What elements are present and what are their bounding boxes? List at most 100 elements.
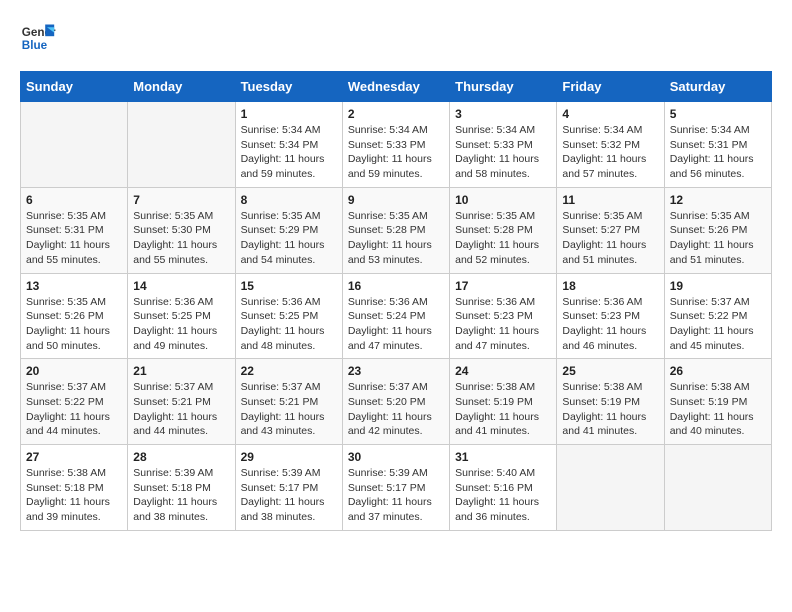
day-info: Sunrise: 5:38 AM Sunset: 5:19 PM Dayligh… bbox=[670, 380, 766, 439]
calendar-cell: 31 Sunrise: 5:40 AM Sunset: 5:16 PM Dayli… bbox=[450, 445, 557, 531]
calendar-cell: 16 Sunrise: 5:36 AM Sunset: 5:24 PM Dayli… bbox=[342, 273, 449, 359]
day-number: 7 bbox=[133, 193, 229, 207]
calendar-cell: 22 Sunrise: 5:37 AM Sunset: 5:21 PM Dayli… bbox=[235, 359, 342, 445]
calendar-cell: 2 Sunrise: 5:34 AM Sunset: 5:33 PM Daylig… bbox=[342, 102, 449, 188]
day-number: 2 bbox=[348, 107, 444, 121]
logo: General Blue bbox=[20, 20, 62, 56]
day-info: Sunrise: 5:34 AM Sunset: 5:32 PM Dayligh… bbox=[562, 123, 658, 182]
day-info: Sunrise: 5:39 AM Sunset: 5:18 PM Dayligh… bbox=[133, 466, 229, 525]
day-info: Sunrise: 5:34 AM Sunset: 5:33 PM Dayligh… bbox=[455, 123, 551, 182]
calendar-cell: 12Sunrise: 5:35 AM Sunset: 5:26 PM Dayli… bbox=[664, 187, 771, 273]
day-info: Sunrise: 5:35 AM Sunset: 5:28 PM Dayligh… bbox=[455, 209, 551, 268]
day-info: Sunrise: 5:34 AM Sunset: 5:31 PM Dayligh… bbox=[670, 123, 766, 182]
calendar-cell: 26 Sunrise: 5:38 AM Sunset: 5:19 PM Dayli… bbox=[664, 359, 771, 445]
calendar-header-tuesday: Tuesday bbox=[235, 72, 342, 102]
calendar-cell: 3 Sunrise: 5:34 AM Sunset: 5:33 PM Daylig… bbox=[450, 102, 557, 188]
calendar-header-sunday: Sunday bbox=[21, 72, 128, 102]
day-number: 18 bbox=[562, 279, 658, 293]
calendar-cell bbox=[21, 102, 128, 188]
calendar-week-2: 6 Sunrise: 5:35 AM Sunset: 5:31 PM Daylig… bbox=[21, 187, 772, 273]
day-info: Sunrise: 5:35 AM Sunset: 5:27 PM Dayligh… bbox=[562, 209, 658, 268]
day-number: 31 bbox=[455, 450, 551, 464]
day-info: Sunrise: 5:39 AM Sunset: 5:17 PM Dayligh… bbox=[241, 466, 337, 525]
day-info: Sunrise: 5:34 AM Sunset: 5:33 PM Dayligh… bbox=[348, 123, 444, 182]
day-number: 23 bbox=[348, 364, 444, 378]
day-info: Sunrise: 5:40 AM Sunset: 5:16 PM Dayligh… bbox=[455, 466, 551, 525]
calendar-header-friday: Friday bbox=[557, 72, 664, 102]
day-number: 5 bbox=[670, 107, 766, 121]
calendar-cell: 15 Sunrise: 5:36 AM Sunset: 5:25 PM Dayli… bbox=[235, 273, 342, 359]
calendar-cell: 6 Sunrise: 5:35 AM Sunset: 5:31 PM Daylig… bbox=[21, 187, 128, 273]
calendar-cell: 28 Sunrise: 5:39 AM Sunset: 5:18 PM Dayli… bbox=[128, 445, 235, 531]
calendar-header-saturday: Saturday bbox=[664, 72, 771, 102]
day-number: 19 bbox=[670, 279, 766, 293]
calendar-cell: 27 Sunrise: 5:38 AM Sunset: 5:18 PM Dayli… bbox=[21, 445, 128, 531]
day-number: 28 bbox=[133, 450, 229, 464]
day-info: Sunrise: 5:36 AM Sunset: 5:23 PM Dayligh… bbox=[455, 295, 551, 354]
day-number: 29 bbox=[241, 450, 337, 464]
day-number: 26 bbox=[670, 364, 766, 378]
day-number: 1 bbox=[241, 107, 337, 121]
day-number: 17 bbox=[455, 279, 551, 293]
day-info: Sunrise: 5:35 AM Sunset: 5:31 PM Dayligh… bbox=[26, 209, 122, 268]
calendar-cell: 19 Sunrise: 5:37 AM Sunset: 5:22 PM Dayli… bbox=[664, 273, 771, 359]
calendar-cell bbox=[664, 445, 771, 531]
calendar-week-1: 1Sunrise: 5:34 AM Sunset: 5:34 PM Daylig… bbox=[21, 102, 772, 188]
calendar-week-4: 20Sunrise: 5:37 AM Sunset: 5:22 PM Dayli… bbox=[21, 359, 772, 445]
day-info: Sunrise: 5:37 AM Sunset: 5:21 PM Dayligh… bbox=[133, 380, 229, 439]
calendar-cell bbox=[128, 102, 235, 188]
day-info: Sunrise: 5:38 AM Sunset: 5:19 PM Dayligh… bbox=[562, 380, 658, 439]
day-info: Sunrise: 5:35 AM Sunset: 5:29 PM Dayligh… bbox=[241, 209, 337, 268]
calendar-header-thursday: Thursday bbox=[450, 72, 557, 102]
calendar-cell: 7Sunrise: 5:35 AM Sunset: 5:30 PM Daylig… bbox=[128, 187, 235, 273]
day-info: Sunrise: 5:36 AM Sunset: 5:25 PM Dayligh… bbox=[241, 295, 337, 354]
day-number: 22 bbox=[241, 364, 337, 378]
calendar-cell: 4 Sunrise: 5:34 AM Sunset: 5:32 PM Daylig… bbox=[557, 102, 664, 188]
day-number: 12 bbox=[670, 193, 766, 207]
calendar: SundayMondayTuesdayWednesdayThursdayFrid… bbox=[20, 71, 772, 531]
calendar-week-3: 13Sunrise: 5:35 AM Sunset: 5:26 PM Dayli… bbox=[21, 273, 772, 359]
day-number: 3 bbox=[455, 107, 551, 121]
calendar-cell: 1Sunrise: 5:34 AM Sunset: 5:34 PM Daylig… bbox=[235, 102, 342, 188]
day-info: Sunrise: 5:35 AM Sunset: 5:28 PM Dayligh… bbox=[348, 209, 444, 268]
day-info: Sunrise: 5:37 AM Sunset: 5:20 PM Dayligh… bbox=[348, 380, 444, 439]
calendar-cell: 14Sunrise: 5:36 AM Sunset: 5:25 PM Dayli… bbox=[128, 273, 235, 359]
day-number: 8 bbox=[241, 193, 337, 207]
day-number: 24 bbox=[455, 364, 551, 378]
calendar-week-5: 27 Sunrise: 5:38 AM Sunset: 5:18 PM Dayli… bbox=[21, 445, 772, 531]
day-number: 4 bbox=[562, 107, 658, 121]
day-number: 14 bbox=[133, 279, 229, 293]
day-number: 30 bbox=[348, 450, 444, 464]
calendar-cell: 23 Sunrise: 5:37 AM Sunset: 5:20 PM Dayli… bbox=[342, 359, 449, 445]
day-number: 15 bbox=[241, 279, 337, 293]
calendar-cell: 17 Sunrise: 5:36 AM Sunset: 5:23 PM Dayli… bbox=[450, 273, 557, 359]
day-number: 21 bbox=[133, 364, 229, 378]
day-number: 16 bbox=[348, 279, 444, 293]
day-number: 11 bbox=[562, 193, 658, 207]
calendar-header-monday: Monday bbox=[128, 72, 235, 102]
day-number: 10 bbox=[455, 193, 551, 207]
day-info: Sunrise: 5:37 AM Sunset: 5:22 PM Dayligh… bbox=[670, 295, 766, 354]
day-number: 6 bbox=[26, 193, 122, 207]
calendar-header: SundayMondayTuesdayWednesdayThursdayFrid… bbox=[21, 72, 772, 102]
day-info: Sunrise: 5:38 AM Sunset: 5:19 PM Dayligh… bbox=[455, 380, 551, 439]
day-info: Sunrise: 5:39 AM Sunset: 5:17 PM Dayligh… bbox=[348, 466, 444, 525]
calendar-cell: 30 Sunrise: 5:39 AM Sunset: 5:17 PM Dayli… bbox=[342, 445, 449, 531]
day-info: Sunrise: 5:36 AM Sunset: 5:23 PM Dayligh… bbox=[562, 295, 658, 354]
day-info: Sunrise: 5:37 AM Sunset: 5:21 PM Dayligh… bbox=[241, 380, 337, 439]
day-info: Sunrise: 5:36 AM Sunset: 5:24 PM Dayligh… bbox=[348, 295, 444, 354]
calendar-cell bbox=[557, 445, 664, 531]
calendar-cell: 18 Sunrise: 5:36 AM Sunset: 5:23 PM Dayli… bbox=[557, 273, 664, 359]
day-number: 25 bbox=[562, 364, 658, 378]
logo-icon: General Blue bbox=[20, 20, 56, 56]
day-number: 27 bbox=[26, 450, 122, 464]
calendar-cell: 25 Sunrise: 5:38 AM Sunset: 5:19 PM Dayli… bbox=[557, 359, 664, 445]
calendar-cell: 24 Sunrise: 5:38 AM Sunset: 5:19 PM Dayli… bbox=[450, 359, 557, 445]
day-info: Sunrise: 5:38 AM Sunset: 5:18 PM Dayligh… bbox=[26, 466, 122, 525]
day-number: 9 bbox=[348, 193, 444, 207]
calendar-cell: 20Sunrise: 5:37 AM Sunset: 5:22 PM Dayli… bbox=[21, 359, 128, 445]
day-number: 20 bbox=[26, 364, 122, 378]
calendar-cell: 10 Sunrise: 5:35 AM Sunset: 5:28 PM Dayli… bbox=[450, 187, 557, 273]
calendar-cell: 11 Sunrise: 5:35 AM Sunset: 5:27 PM Dayli… bbox=[557, 187, 664, 273]
svg-text:Blue: Blue bbox=[22, 39, 48, 52]
